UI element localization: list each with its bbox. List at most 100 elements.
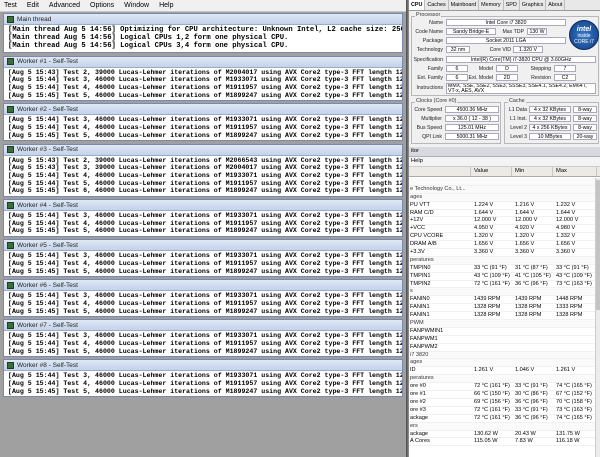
sensor-row[interactable]: ore #3 72 °C (161 °F) 33 °C (91 °F) 73 °C (… [409, 407, 600, 415]
prime95-window: Test Edit Advanced Options Window Help Main t… [0, 0, 407, 457]
worker-7-window[interactable]: Worker #7 - Self-Test [Aug 5 15:44] Test … [3, 319, 403, 358]
sensor-name: ackage [410, 414, 429, 421]
l1-inst-way: 8-way [573, 115, 597, 122]
main-thread-window[interactable]: Main thread [Main thread Aug 5 14:56] Opt… [3, 13, 403, 53]
column-header-value[interactable]: Value [471, 167, 512, 176]
hwmonitor-scrollbar[interactable] [595, 178, 600, 457]
log-line: [Aug 5 15:44] Test 4, 46000 Lucas-Lehmer… [8, 380, 402, 388]
sensor-row[interactable]: +VCC 4.950 V 4.920 V 4.980 V [409, 225, 600, 234]
sensor-min [512, 344, 553, 351]
sensor-row[interactable]: +12V 12.000 V 12.000 V 12.000 V [409, 217, 600, 226]
menu-window[interactable]: Window [124, 2, 149, 9]
worker-4-window[interactable]: Worker #4 - Self-Test [Aug 5 15:44] Test … [3, 199, 403, 238]
sensor-row[interactable]: FANIN1 1328 RPM 1328 RPM 1328 RPM [409, 312, 600, 321]
l1-inst-label: L1 Inst. [509, 116, 527, 122]
sensor-group-row[interactable]: s [409, 288, 600, 297]
menu-advanced[interactable]: Advanced [49, 2, 80, 9]
sensor-row[interactable]: FANIN1 1328 RPM 1328 RPM 1333 RPM [409, 304, 600, 313]
sensor-max: 33 °C (91 °F) [556, 264, 589, 271]
window-title-bar[interactable]: Worker #5 - Self-Test [4, 240, 402, 252]
tab-caches[interactable]: Caches [425, 0, 449, 10]
menu-test[interactable]: Test [4, 2, 17, 9]
sensor-row[interactable]: ackage 130.62 W 20.43 W 131.75 W [409, 431, 600, 439]
sensor-name: A Cores [410, 438, 430, 445]
sensor-row[interactable]: CPU VCORE 1.320 V 1.320 V 1.332 V [409, 233, 600, 242]
worker-2-window[interactable]: Worker #2 - Self-Test [Aug 5 15:44] Test … [3, 103, 403, 142]
sensor-max: 116.18 W [556, 438, 580, 445]
sensor-row[interactable]: ore #0 72 °C (161 °F) 33 °C (91 °F) 74 °C (… [409, 383, 600, 392]
scrollbar-thumb[interactable] [596, 180, 600, 310]
sensor-name [409, 178, 471, 185]
max-tdp-value: 130 W [527, 28, 547, 35]
sensor-group-row[interactable]: peratures [409, 375, 600, 384]
sensor-group-row[interactable]: i7 3820 [409, 351, 600, 360]
sensor-row[interactable]: ore #2 69 °C (156 °F) 36 °C (96 °F) 70 °C (… [409, 399, 600, 407]
sensor-row[interactable]: PU VTT 1.224 V 1.216 V 1.232 V [409, 202, 600, 210]
sensor-row[interactable]: DRAM A/B 1.656 V 1.656 V 1.656 V [409, 241, 600, 250]
worker-6-window[interactable]: Worker #6 - Self-Test [Aug 5 15:44] Test … [3, 279, 403, 318]
sensor-row[interactable]: FANPWMIN1 [409, 328, 600, 336]
tab-spd[interactable]: SPD [504, 0, 520, 10]
sensor-group-row[interactable]: PWM [409, 320, 600, 328]
tab-cpu[interactable]: CPU [409, 0, 426, 10]
tab-mainboard[interactable]: Mainboard [449, 0, 480, 10]
worker-1-window[interactable]: Worker #1 - Self-Test [Aug 5 15:43] Test … [3, 55, 403, 102]
sensor-row[interactable]: TMPIN1 43 °C (109 °F) 41 °C (105 °F) 43 °C … [409, 273, 600, 281]
sensor-min: 1439 RPM [515, 296, 542, 303]
sensor-value [471, 375, 512, 382]
menu-help[interactable]: Help [411, 158, 423, 164]
sensor-min: 31 °C (87 °F) [515, 264, 548, 271]
window-title-bar[interactable]: Worker #6 - Self-Test [4, 280, 402, 292]
sensor-row[interactable]: ore #1 66 °C (150 °F) 30 °C (86 °F) 67 °C (… [409, 391, 600, 399]
window-title-bar[interactable]: Worker #2 - Self-Test [4, 104, 402, 116]
sensor-row[interactable]: FANPWM2 [409, 344, 600, 352]
menu-help[interactable]: Help [159, 2, 173, 9]
log-line: [Aug 5 15:44] Test 3, 46000 Lucas-Lehmer… [8, 372, 402, 380]
worker-5-window[interactable]: Worker #5 - Self-Test [Aug 5 15:44] Test … [3, 239, 403, 278]
tab-graphics[interactable]: Graphics [520, 0, 547, 10]
window-title-bar[interactable]: Worker #3 - Self-Test [4, 144, 402, 156]
sensor-name: PU VTT [410, 201, 430, 208]
log-line: [Aug 5 15:44] Test 3, 46000 Lucas-Lehmer… [8, 292, 402, 300]
l1-data-value: 4 x 32 KBytes [529, 106, 571, 113]
sensor-group-row[interactable]: ers [409, 422, 600, 431]
menu-options[interactable]: Options [90, 2, 114, 9]
hwmonitor-column-header: Value Min Max [409, 167, 600, 177]
sensor-group-row[interactable]: peratures [409, 256, 600, 265]
sensor-group-row[interactable]: ages [409, 359, 600, 368]
column-header-max[interactable]: Max [553, 167, 597, 176]
sensor-row[interactable]: FANPWM1 [409, 336, 600, 344]
sensor-row[interactable]: TMPIN2 72 °C (161 °F) 36 °C (96 °F) 73 °C (… [409, 281, 600, 289]
ext-family-label: Ext. Family [417, 75, 443, 81]
column-header-sensor[interactable] [409, 167, 471, 176]
sensor-row[interactable]: A Cores 115.05 W 7.83 W 116.18 W [409, 438, 600, 447]
sensor-min [512, 359, 553, 366]
sensor-row[interactable]: FANIN0 1439 RPM 1439 RPM 1448 RPM [409, 296, 600, 305]
menu-edit[interactable]: Edit [27, 2, 39, 9]
window-title-bar[interactable]: Worker #1 - Self-Test [4, 56, 402, 68]
family-label: Family [427, 66, 443, 72]
tab-about[interactable]: About [546, 0, 566, 10]
sensor-max: 1.332 V [556, 233, 576, 240]
window-title-bar[interactable]: Worker #4 - Self-Test [4, 200, 402, 211]
window-title-bar[interactable]: Worker #7 - Self-Test [4, 320, 402, 332]
sensor-row[interactable]: +3.3V 3.360 V 3.360 V 3.360 V [409, 249, 600, 257]
log-line: [Aug 5 15:45] Test 5, 46000 Lucas-Lehmer… [8, 131, 402, 139]
window-title-bar[interactable]: Worker #8 - Self-Test [4, 360, 402, 372]
worker-8-window[interactable]: Worker #8 - Self-Test [Aug 5 15:44] Test … [3, 359, 403, 398]
column-header-min[interactable]: Min [512, 167, 553, 176]
sensor-row[interactable]: RAM C/D 1.644 V 1.644 V 1.644 V [409, 210, 600, 218]
log-line: [Main thread Aug 5 14:56] Logical CPUs 1… [8, 34, 289, 43]
tab-memory[interactable]: Memory [479, 0, 504, 10]
sensor-row[interactable]: TMPIN0 33 °C (91 °F) 31 °C (87 °F) 33 °C (9… [409, 265, 600, 273]
sensor-group-row[interactable]: e Technology Co., Lt... [409, 185, 600, 194]
sensor-group-row[interactable]: ages [409, 193, 600, 202]
ext-model-value: 2D [496, 74, 518, 81]
sensor-value [471, 178, 512, 185]
sensor-row[interactable]: ID 1.261 V 1.046 V 1.261 V [409, 367, 600, 376]
sensor-row[interactable]: ackage 72 °C (161 °F) 36 °C (96 °F) 74 °C (… [409, 415, 600, 423]
sensor-group-row[interactable] [409, 178, 600, 186]
worker-3-window[interactable]: Worker #3 - Self-Test [Aug 5 15:43] Test … [3, 143, 403, 197]
log-output: [Aug 5 15:44] Test 3, 46000 Lucas-Lehmer… [4, 211, 402, 236]
window-title-bar[interactable]: Main thread [4, 14, 402, 25]
